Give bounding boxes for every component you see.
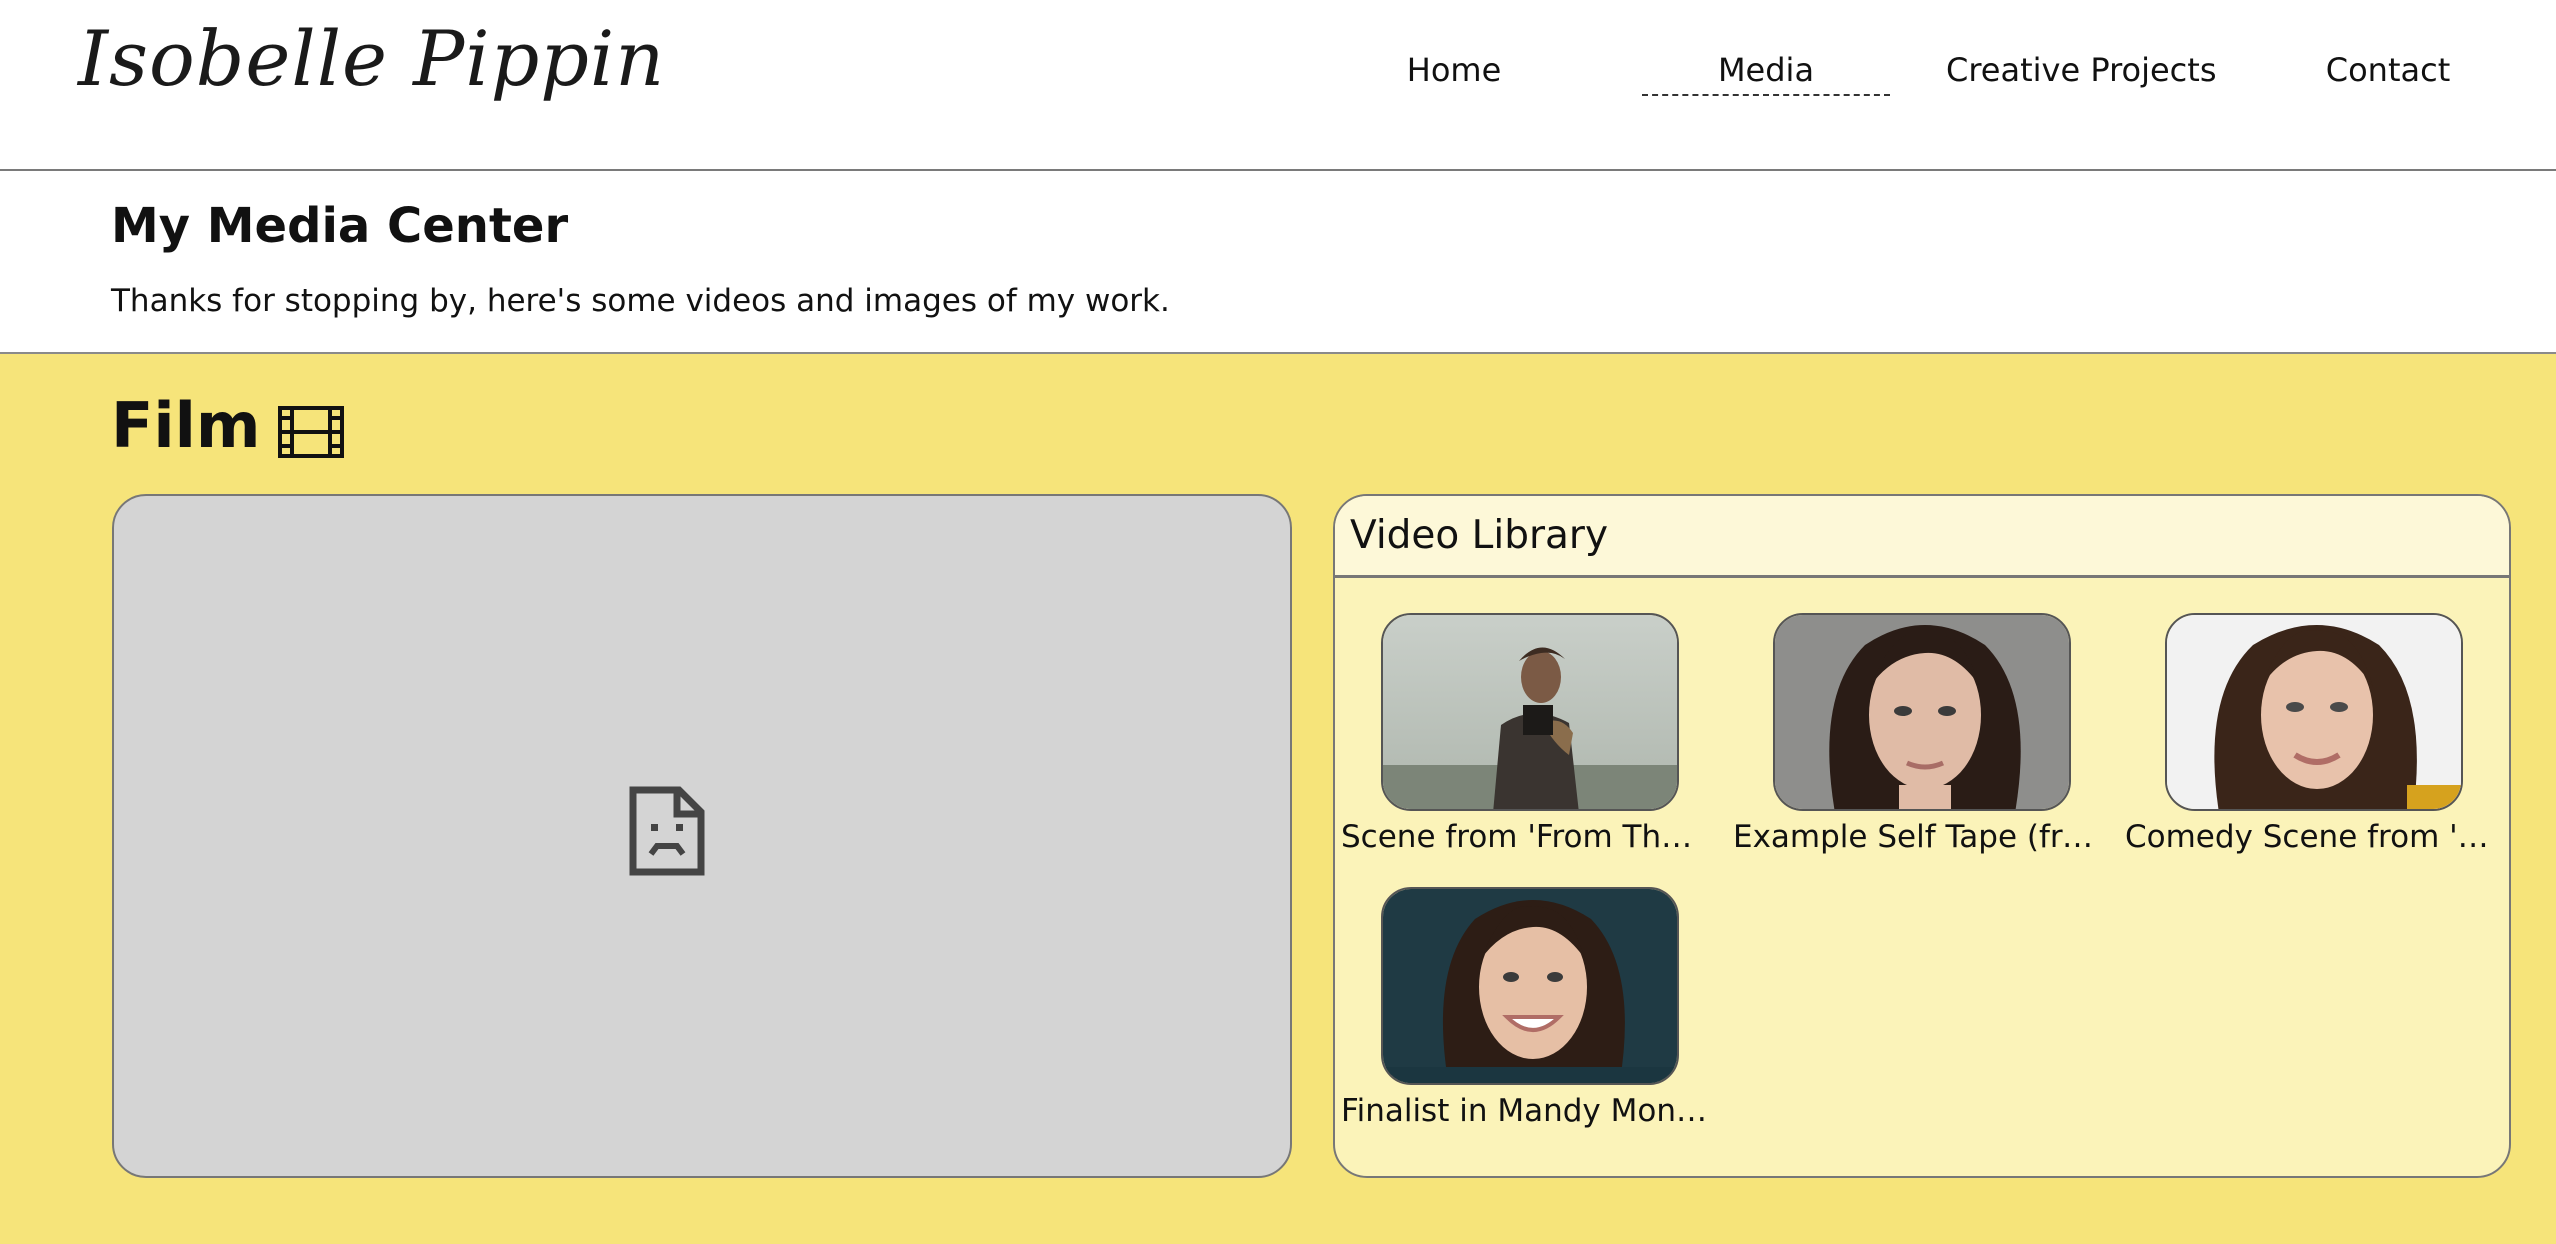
video-caption[interactable]: Finalist in Mandy Monol…	[1341, 1093, 1711, 1129]
video-card[interactable]: Example Self Tape (fro…	[1727, 613, 2107, 863]
film-icon	[278, 400, 345, 458]
film-heading: Film	[111, 389, 345, 462]
video-card[interactable]: Comedy Scene from 'Lo…	[2119, 613, 2499, 863]
nav-contact[interactable]: Contact	[2300, 48, 2476, 96]
video-player[interactable]	[112, 494, 1292, 1178]
video-caption[interactable]: Scene from 'From The …	[1341, 819, 1711, 855]
video-library: Video Library Scene from 'From The … Exa…	[1333, 494, 2511, 1178]
site-header: Isobelle Pippin Home Media Creative Proj…	[0, 0, 2556, 171]
page-title: My Media Center	[111, 198, 569, 254]
nav-creative-projects[interactable]: Creative Projects	[1946, 48, 2216, 96]
video-thumbnail[interactable]	[1773, 613, 2071, 811]
video-thumbnail[interactable]	[1381, 613, 1679, 811]
video-thumbnail[interactable]	[2165, 613, 2463, 811]
film-section: Film Video Library Scene from 'From The …	[0, 352, 2556, 1244]
nav-home[interactable]: Home	[1380, 48, 1528, 96]
page-intro-text: Thanks for stopping by, here's some vide…	[111, 283, 1170, 319]
video-caption[interactable]: Example Self Tape (fro…	[1733, 819, 2103, 855]
film-heading-label: Film	[111, 389, 261, 462]
site-logo[interactable]: Isobelle Pippin	[78, 14, 665, 103]
nav-media[interactable]: Media	[1642, 48, 1890, 96]
video-card[interactable]: Finalist in Mandy Monol…	[1335, 887, 1715, 1137]
video-caption[interactable]: Comedy Scene from 'Lo…	[2125, 819, 2495, 855]
video-library-title: Video Library	[1335, 496, 2509, 578]
video-card[interactable]: Scene from 'From The …	[1335, 613, 1715, 863]
broken-page-icon	[629, 786, 705, 876]
video-thumbnail[interactable]	[1381, 887, 1679, 1085]
